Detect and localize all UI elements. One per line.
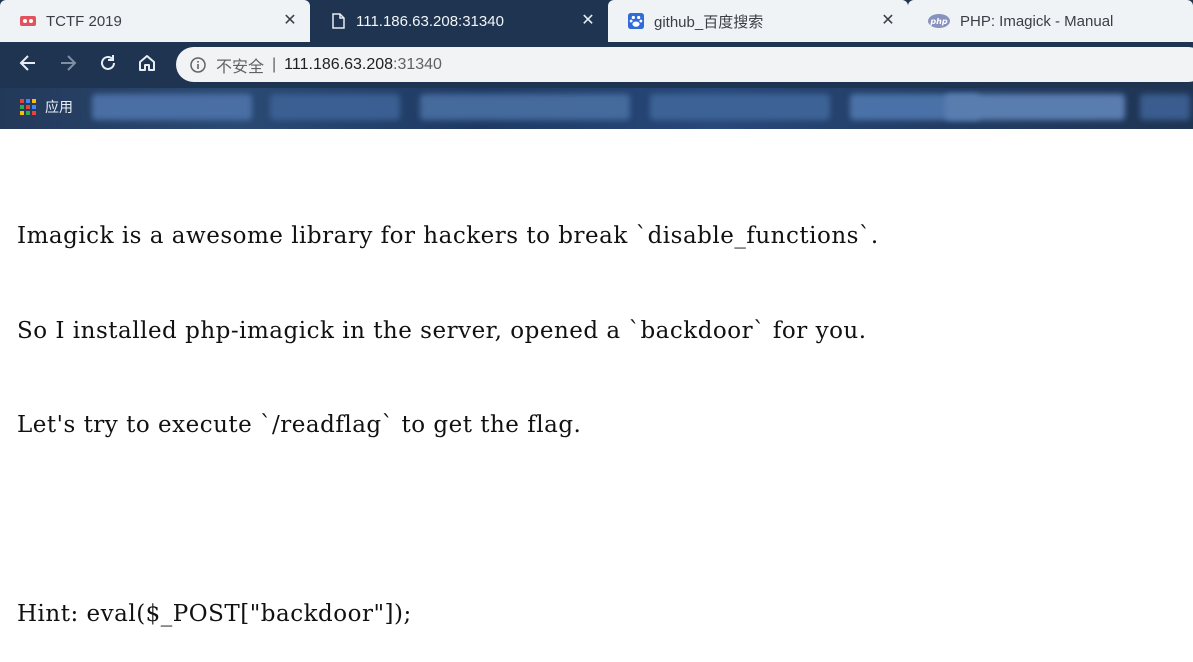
- text-line: Imagick is a awesome library for hackers…: [17, 223, 879, 249]
- back-button[interactable]: [13, 50, 43, 80]
- tab-title: PHP: Imagick - Manual: [960, 12, 1114, 30]
- baidu-paw-icon: [628, 13, 644, 29]
- close-icon[interactable]: ✕: [580, 13, 596, 29]
- info-icon[interactable]: [190, 56, 206, 73]
- close-icon[interactable]: ✕: [880, 13, 896, 29]
- redacted-bookmark: [420, 94, 630, 120]
- php-logo-icon: php: [928, 13, 950, 29]
- apps-grid-icon: [20, 99, 36, 115]
- tab-current-page[interactable]: 111.186.63.208:31340 ✕: [310, 0, 608, 42]
- tab-php-manual[interactable]: php PHP: Imagick - Manual: [908, 0, 1193, 42]
- apps-shortcut[interactable]: 应用: [20, 97, 73, 117]
- tctf-favicon-icon: [20, 13, 36, 29]
- page-document-icon: [330, 13, 346, 29]
- bookmarks-bar: 应用: [0, 88, 1193, 129]
- security-status-label: 不安全: [216, 58, 265, 76]
- tab-tctf[interactable]: TCTF 2019 ✕: [0, 0, 310, 42]
- text-line: Let's try to execute `/readflag` to get …: [17, 412, 582, 438]
- browser-toolbar: 不安全 | 111.186.63.208:31340: [0, 42, 1193, 88]
- page-body: Imagick is a awesome library for hackers…: [17, 158, 1177, 662]
- svg-text:php: php: [929, 17, 947, 26]
- hint-line: Hint: eval($_POST["backdoor"]);: [17, 601, 412, 627]
- tab-title: github_百度搜索: [654, 13, 764, 31]
- tab-strip: TCTF 2019 ✕ 111.186.63.208:31340 ✕ githu…: [0, 0, 1193, 42]
- back-arrow-icon: [18, 53, 38, 78]
- address-bar[interactable]: 不安全 | 111.186.63.208:31340: [176, 47, 1193, 82]
- apps-label: 应用: [45, 99, 73, 115]
- reload-button[interactable]: [93, 50, 123, 80]
- redacted-bookmark: [945, 94, 1125, 120]
- forward-arrow-icon: [58, 53, 78, 78]
- redacted-bookmark: [1140, 94, 1190, 120]
- redacted-bookmark: [270, 94, 400, 120]
- forward-button[interactable]: [53, 50, 83, 80]
- address-separator: |: [272, 55, 277, 73]
- url-host: 111.186.63.208: [284, 55, 394, 73]
- redacted-bookmark: [650, 94, 830, 120]
- text-line: So I installed php-imagick in the server…: [17, 317, 867, 344]
- home-button[interactable]: [132, 50, 162, 80]
- home-icon: [137, 53, 157, 78]
- close-icon[interactable]: ✕: [282, 13, 298, 29]
- tab-title: TCTF 2019: [46, 12, 122, 30]
- reload-icon: [98, 53, 118, 78]
- tab-title: 111.186.63.208:31340: [356, 12, 504, 30]
- url-port: :31340: [393, 55, 442, 73]
- tab-baidu[interactable]: github_百度搜索 ✕: [608, 0, 908, 42]
- redacted-bookmark: [92, 94, 252, 120]
